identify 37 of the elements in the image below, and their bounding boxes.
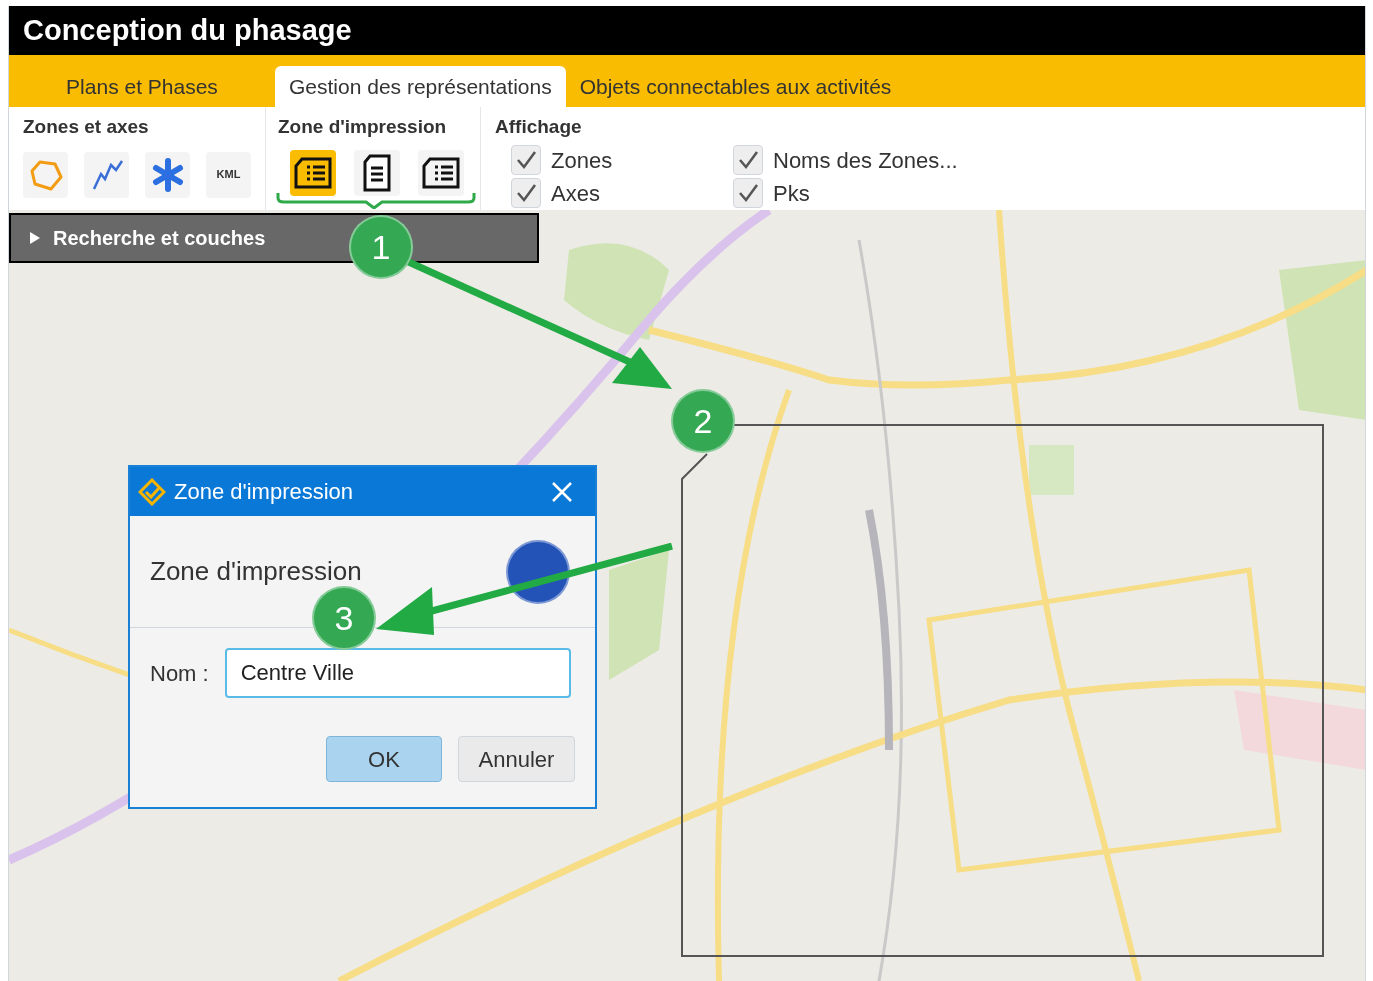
group-title: Zones et axes	[23, 115, 150, 139]
checkbox-label: Noms des Zones...	[773, 146, 958, 175]
tool-button[interactable]	[84, 151, 129, 198]
document-icon	[362, 153, 392, 192]
dialog-heading: Zone d'impression	[150, 555, 362, 588]
tool-button[interactable]	[145, 151, 190, 198]
print-format-button[interactable]	[354, 149, 400, 196]
checkbox[interactable]	[733, 145, 763, 175]
close-icon[interactable]	[551, 480, 573, 503]
checkbox[interactable]	[511, 145, 541, 175]
window-title: Conception du phasage	[23, 12, 352, 48]
document-icon	[421, 156, 461, 189]
document-icon	[293, 156, 333, 189]
checkmark-icon	[515, 182, 537, 204]
print-format-button[interactable]	[290, 149, 336, 196]
dialog-button[interactable]: Annuler	[458, 736, 575, 782]
checkbox-label: Pks	[773, 179, 810, 208]
dialog-button[interactable]: OK	[326, 736, 442, 782]
checkbox-label: Axes	[551, 179, 600, 208]
dialog-title: Zone d'impression	[174, 478, 355, 506]
checkmark-icon	[737, 149, 759, 171]
checkbox[interactable]	[733, 178, 763, 208]
tool-button[interactable]: KML	[206, 151, 251, 198]
tab[interactable]: Plans et Phases	[9, 66, 275, 107]
checkmark-icon	[737, 182, 759, 204]
group-title: Affichage	[495, 115, 583, 139]
tab[interactable]: Gestion des représentations	[275, 66, 566, 107]
print-format-button[interactable]	[418, 149, 464, 196]
group-title: Zone d'impression	[278, 115, 448, 139]
checkbox[interactable]	[511, 178, 541, 208]
tab[interactable]: Objets connectables aux activités	[565, 66, 906, 107]
field-label: Nom :	[150, 659, 209, 688]
caret-icon	[29, 231, 41, 245]
name-input-field[interactable]: Centre Ville	[224, 648, 571, 698]
diamond-logo-icon	[138, 477, 166, 506]
checkmark-icon	[515, 149, 537, 171]
checkbox-label: Zones	[551, 146, 613, 175]
